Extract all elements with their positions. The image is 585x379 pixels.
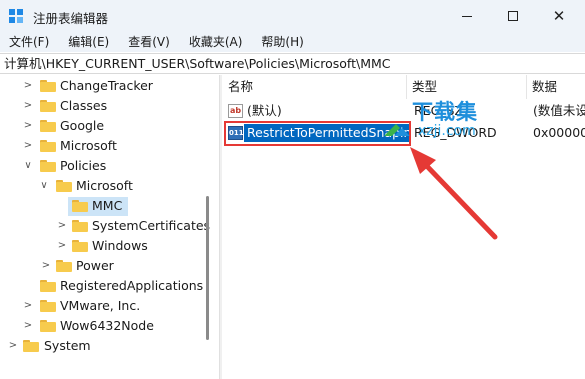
folder-icon [56, 260, 72, 272]
chevron-down-icon[interactable]: ∨ [23, 156, 33, 176]
chevron-right-icon[interactable]: > [23, 116, 33, 136]
chevron-down-icon[interactable]: ∨ [39, 176, 49, 196]
folder-icon [40, 80, 56, 92]
watermark: 下载集 xzji.com [382, 96, 542, 144]
chevron-right-icon[interactable]: > [23, 316, 33, 336]
close-button[interactable]: ✕ [536, 0, 582, 32]
tree-item-label: System [44, 338, 91, 353]
tree-item-label: RegisteredApplications [60, 278, 204, 293]
tree-item-label: SystemCertificates [92, 218, 211, 233]
tree-item-label: Policies [60, 158, 107, 173]
folder-icon [40, 120, 56, 132]
tree-item-changetracker[interactable]: > ChangeTracker [0, 76, 215, 96]
watermark-logo-icon [384, 124, 410, 136]
close-icon: ✕ [552, 7, 566, 25]
string-value-icon: ab [228, 104, 243, 118]
folder-icon [40, 160, 56, 172]
folder-icon [56, 180, 72, 192]
folder-icon [72, 240, 88, 252]
chevron-right-icon[interactable]: > [8, 336, 18, 356]
column-header-name[interactable]: 名称 [222, 75, 406, 99]
chevron-right-icon[interactable]: > [23, 76, 33, 96]
tree-item-microsoft[interactable]: > Microsoft [0, 136, 215, 156]
window-title: 注册表编辑器 [33, 11, 109, 26]
address-bar[interactable]: 计算机\HKEY_CURRENT_USER\Software\Policies\… [0, 53, 585, 74]
watermark-text: 下载集 [412, 100, 478, 124]
maximize-icon [508, 11, 518, 21]
chevron-right-icon[interactable]: > [23, 96, 33, 116]
folder-icon [40, 100, 56, 112]
tree-pane[interactable]: > ChangeTracker > Classes > Google > Mic… [0, 75, 215, 379]
chevron-right-icon[interactable]: > [41, 256, 51, 276]
tree-item-windows[interactable]: > Windows [0, 236, 215, 256]
tree-item-policies[interactable]: ∨ Policies [0, 156, 215, 176]
tree-item-label: VMware, Inc. [60, 298, 141, 313]
minimize-button[interactable] [444, 0, 490, 32]
registry-editor-icon [9, 9, 24, 24]
tree-item-label: Windows [92, 238, 148, 253]
watermark-url: xzji.com [418, 123, 476, 139]
tree-item-system[interactable]: > System [0, 336, 215, 356]
tree-item-label: Microsoft [76, 178, 133, 193]
folder-icon [40, 300, 56, 312]
chevron-right-icon[interactable]: > [23, 136, 33, 156]
chevron-right-icon[interactable]: > [23, 296, 33, 316]
tree-item-label: Wow6432Node [60, 318, 154, 333]
tree-item-label: ChangeTracker [60, 78, 153, 93]
menu-file[interactable]: 文件(F) [0, 32, 49, 52]
menu-bar: 文件(F) 编辑(E) 查看(V) 收藏夹(A) 帮助(H) [0, 32, 585, 52]
tree-scrollbar-thumb[interactable] [206, 196, 209, 340]
folder-icon [72, 220, 88, 232]
tree-item-google[interactable]: > Google [0, 116, 215, 136]
folder-icon [40, 140, 56, 152]
chevron-right-icon[interactable]: > [57, 216, 67, 236]
folder-icon [72, 200, 88, 212]
folder-icon [40, 280, 56, 292]
tree-item-power[interactable]: > Power [0, 256, 215, 276]
maximize-button[interactable] [490, 0, 536, 32]
folder-icon [23, 340, 39, 352]
tree-item-systemcertificates[interactable]: > SystemCertificates [0, 216, 215, 236]
tree-item-label: Classes [60, 98, 108, 113]
tree-item-wow6432node[interactable]: > Wow6432Node [0, 316, 215, 336]
value-name: (默认) [247, 103, 282, 118]
folder-icon [40, 320, 56, 332]
tree-item-vmware[interactable]: > VMware, Inc. [0, 296, 215, 316]
tree-item-classes[interactable]: > Classes [0, 96, 215, 116]
tree-item-label: Google [60, 118, 105, 133]
chevron-right-icon[interactable]: > [57, 236, 67, 256]
menu-favorites[interactable]: 收藏夹(A) [180, 32, 243, 52]
tree-item-label: Power [76, 258, 114, 273]
tree-item-registeredapplications[interactable]: RegisteredApplications [0, 276, 215, 296]
tree-item-label: Microsoft [60, 138, 117, 153]
menu-help[interactable]: 帮助(H) [252, 32, 303, 52]
menu-edit[interactable]: 编辑(E) [59, 32, 109, 52]
title-bar: 注册表编辑器 ✕ [0, 0, 585, 32]
tree-item-mmc[interactable]: MMC [0, 196, 215, 216]
minimize-icon [462, 15, 472, 17]
tree-item-policies-microsoft[interactable]: ∨ Microsoft [0, 176, 215, 196]
tree-item-label: MMC [92, 198, 123, 213]
menu-view[interactable]: 查看(V) [119, 32, 170, 52]
